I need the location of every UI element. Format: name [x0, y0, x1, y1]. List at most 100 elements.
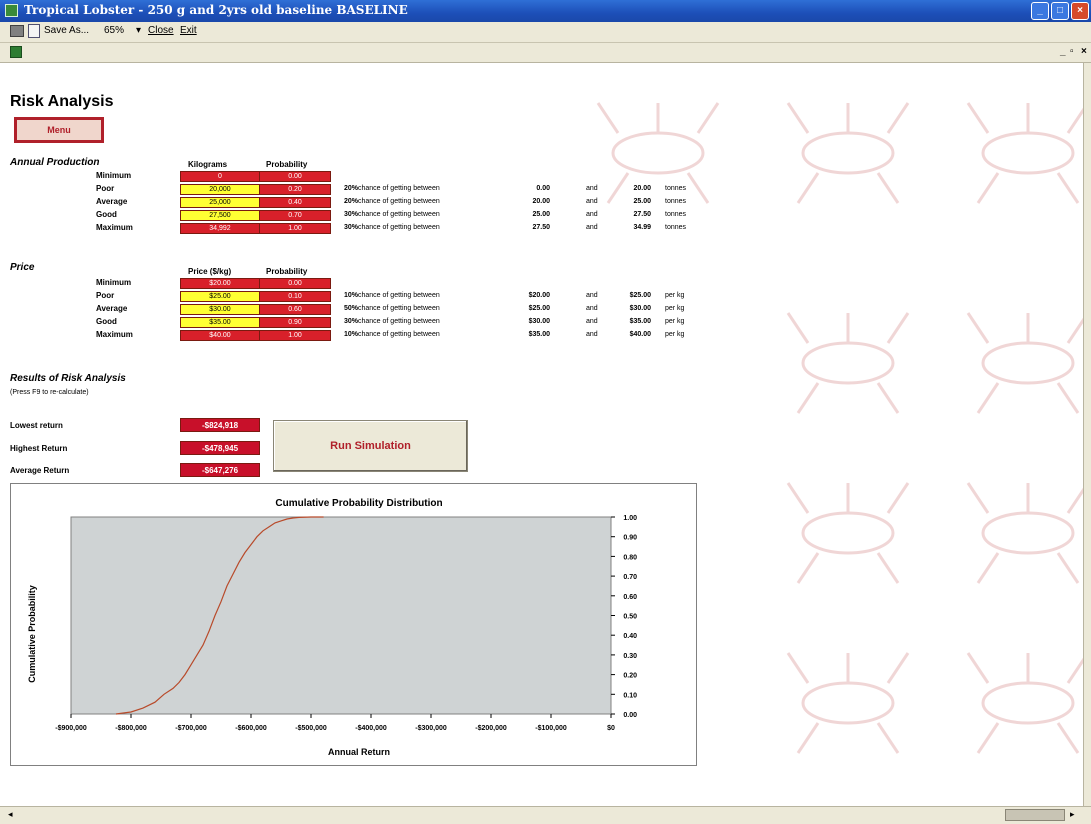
price-col-probability: Probability [266, 267, 308, 276]
probability-cell[interactable]: 1.00 [259, 223, 331, 234]
range-from: $20.00 [528, 292, 550, 299]
range-from: $25.00 [528, 305, 550, 312]
page-title: Risk Analysis [10, 93, 114, 110]
x-tick-label: -$300,000 [415, 725, 447, 732]
range-from: $35.00 [528, 331, 550, 338]
value-cell[interactable]: $20.00 [180, 278, 260, 289]
row-label: Minimum [96, 278, 132, 287]
range-and: and [586, 211, 598, 218]
scroll-right-icon[interactable]: ▸ [1070, 809, 1075, 820]
range-unit: per kg [665, 318, 685, 325]
chance-percent: 10% [344, 331, 359, 338]
highest-return-value[interactable]: -$478,945 [180, 441, 260, 455]
lobster-watermark-icon [786, 482, 910, 584]
probability-cell[interactable]: 0.70 [259, 210, 331, 221]
probability-cell[interactable]: 1.00 [259, 330, 331, 341]
range-from: 25.00 [532, 211, 550, 218]
value-cell[interactable]: 25,000 [180, 197, 260, 208]
range-unit: per kg [665, 292, 685, 299]
value-cell[interactable]: 20,000 [180, 184, 260, 195]
chance-percent: 20% [344, 198, 359, 205]
y-tick-label: 0.80 [623, 554, 637, 561]
scroll-thumb[interactable] [1005, 809, 1065, 821]
probability-cell[interactable]: 0.40 [259, 197, 331, 208]
horizontal-scrollbar[interactable]: ◂ ▸ [0, 806, 1091, 824]
lobster-watermark-icon [786, 312, 910, 414]
worksheet[interactable]: Risk Analysis Menu Annual Production Kil… [8, 63, 1083, 806]
probability-cell[interactable]: 0.00 [259, 278, 331, 289]
plot-area [70, 516, 612, 715]
x-tick-label: -$100,000 [535, 725, 567, 732]
production-col-probability: Probability [266, 160, 308, 169]
chevron-down-icon[interactable]: ▾ [136, 25, 141, 36]
print-icon[interactable] [10, 25, 24, 37]
row-label: Poor [96, 291, 115, 300]
probability-cell[interactable]: 0.20 [259, 184, 331, 195]
probability-cell[interactable]: 0.90 [259, 317, 331, 328]
workbook-restore-icon[interactable]: ▫ [1070, 46, 1074, 57]
lobster-watermark-icon [786, 652, 910, 754]
vertical-scrollbar[interactable] [1083, 63, 1091, 806]
scroll-left-icon[interactable]: ◂ [8, 809, 13, 820]
exit-button[interactable]: Exit [180, 25, 197, 36]
close-button[interactable]: Close [148, 25, 174, 36]
preview-icon[interactable] [28, 24, 40, 38]
maximize-icon[interactable]: □ [1051, 2, 1069, 20]
save-as-button[interactable]: Save As... [44, 25, 89, 36]
close-icon[interactable]: × [1071, 2, 1089, 20]
range-to: $25.00 [629, 292, 651, 299]
price-col-price: Price ($/kg) [188, 267, 232, 276]
zoom-select[interactable]: 65% [104, 25, 124, 36]
workbook-minimize-icon[interactable]: _ [1060, 46, 1066, 57]
row-label: Maximum [96, 330, 133, 339]
range-and: and [586, 292, 598, 299]
average-return-value[interactable]: -$647,276 [180, 463, 260, 477]
value-cell[interactable]: $25.00 [180, 291, 260, 302]
range-to: $40.00 [629, 331, 651, 338]
range-from: 27.50 [532, 224, 550, 231]
chance-text: chance of getting between [358, 224, 440, 231]
workbook-bar: _ ▫ × [0, 43, 1091, 63]
lobster-watermark-icon [966, 482, 1083, 584]
minimize-icon[interactable]: _ [1031, 2, 1049, 20]
lowest-return-label: Lowest return [10, 421, 63, 430]
value-cell[interactable]: $35.00 [180, 317, 260, 328]
value-cell[interactable]: $30.00 [180, 304, 260, 315]
value-cell[interactable]: 27,500 [180, 210, 260, 221]
chance-percent: 50% [344, 305, 359, 312]
value-cell[interactable]: 0 [180, 171, 260, 182]
row-label: Maximum [96, 223, 133, 232]
excel-icon [10, 46, 22, 58]
results-heading: Results of Risk Analysis [10, 373, 126, 384]
value-cell[interactable]: 34,992 [180, 223, 260, 234]
row-label: Poor [96, 184, 115, 193]
chance-percent: 10% [344, 292, 359, 299]
lobster-watermark-icon [786, 102, 910, 204]
probability-cell[interactable]: 0.00 [259, 171, 331, 182]
chance-text: chance of getting between [358, 185, 440, 192]
chance-text: chance of getting between [358, 305, 440, 312]
y-tick-label: 0.10 [623, 692, 637, 699]
lowest-return-value[interactable]: -$824,918 [180, 418, 260, 432]
range-and: and [586, 185, 598, 192]
y-tick-label: 0.00 [623, 712, 637, 719]
probability-cell[interactable]: 0.10 [259, 291, 331, 302]
cumulative-probability-chart[interactable]: Cumulative Probability Distribution Annu… [10, 483, 697, 766]
range-to: $35.00 [629, 318, 651, 325]
y-tick-label: 0.30 [623, 653, 637, 660]
row-label: Good [96, 317, 117, 326]
probability-cell[interactable]: 0.60 [259, 304, 331, 315]
y-tick-label: 0.50 [623, 614, 637, 621]
range-unit: per kg [665, 331, 685, 338]
chance-text: chance of getting between [358, 198, 440, 205]
value-cell[interactable]: $40.00 [180, 330, 260, 341]
window-title: Tropical Lobster - 250 g and 2yrs old ba… [24, 3, 408, 17]
x-tick-label: -$700,000 [175, 725, 207, 732]
run-simulation-button[interactable]: Run Simulation [273, 420, 468, 472]
menu-button[interactable]: Menu [14, 117, 104, 143]
title-bar: Tropical Lobster - 250 g and 2yrs old ba… [0, 0, 1091, 22]
chance-text: chance of getting between [358, 292, 440, 299]
workbook-close-icon[interactable]: × [1081, 46, 1087, 57]
chance-percent: 30% [344, 211, 359, 218]
range-and: and [586, 331, 598, 338]
